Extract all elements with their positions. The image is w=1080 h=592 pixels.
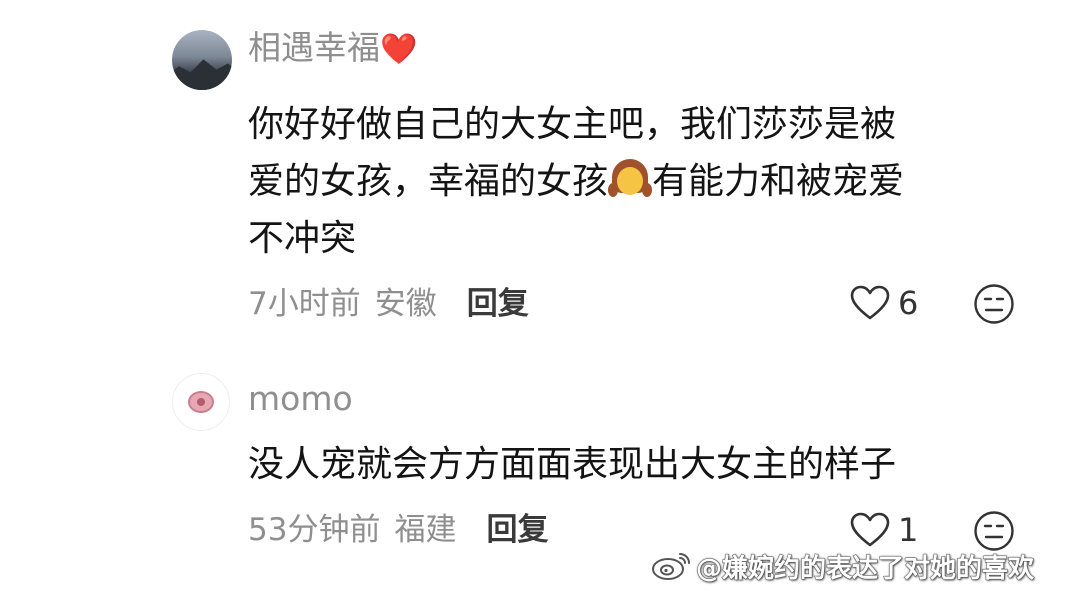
comment-text-line: 你好好做自己的大女主吧，我们莎莎是被 [248,104,897,145]
comment-text-segment: 爱的女孩，幸福的女孩 [248,161,609,202]
location: 安徽 [374,286,437,322]
neutral-face-icon[interactable] [973,510,1015,552]
heart-emoji: ❤️ [380,32,418,67]
like-button[interactable]: 6 [850,283,918,323]
avatar[interactable] [172,30,232,90]
comment-text-segment: 有能力和被宠爱 [652,161,905,202]
username-text: momo [248,379,353,418]
location: 福建 [394,512,457,548]
comment-text-line: 不冲突 [248,218,357,259]
reply-button[interactable]: 回复 [467,284,529,324]
watermark-text: @嫌婉约的表达了对她的喜欢 [695,553,1035,584]
weibo-logo-icon [652,553,690,580]
reply-button[interactable]: 回复 [486,510,548,550]
username-text: 相遇幸福 [248,28,380,67]
neutral-face-icon[interactable] [973,283,1015,325]
avatar[interactable] [172,373,230,431]
comment-text-line: 爱的女孩，幸福的女孩 有能力和被宠爱 [248,153,904,210]
heart-outline-icon [850,285,890,320]
girl-emoji-icon [608,157,653,201]
comment-meta: 7小时前 安徽 回复 [248,284,529,324]
comment-text: 你好好做自己的大女主吧，我们莎莎是被 爱的女孩，幸福的女孩 有能力和被宠爱 不冲突 [248,96,904,267]
like-count: 6 [898,284,919,322]
comment-text: 没人宠就会方方面面表现出大女主的样子 [248,444,897,485]
username[interactable]: momo [248,379,353,419]
username[interactable]: 相遇幸福❤️ [248,28,417,70]
timestamp: 53分钟前 [248,512,381,548]
like-button[interactable]: 1 [850,510,918,550]
like-count: 1 [898,511,919,549]
watermark: @嫌婉约的表达了对她的喜欢 [650,548,1035,584]
comment-meta: 53分钟前 福建 回复 [248,510,548,550]
heart-outline-icon [850,512,890,547]
timestamp: 7小时前 [248,286,361,322]
